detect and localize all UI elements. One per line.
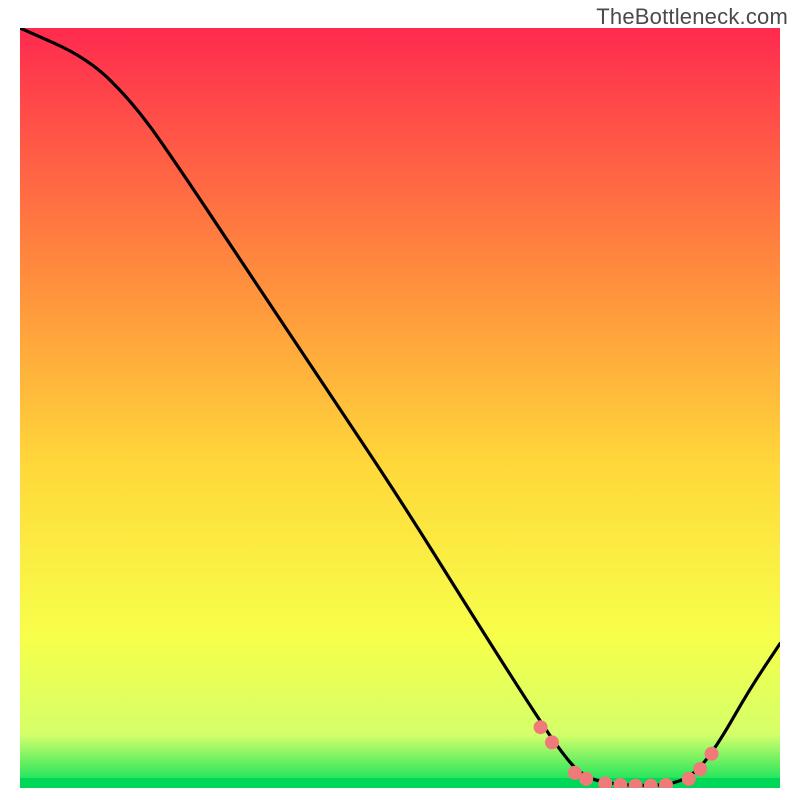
chart-svg (20, 28, 780, 788)
curve-marker (705, 747, 719, 761)
chart-plot-area (20, 28, 780, 788)
curve-marker (534, 720, 548, 734)
gradient-background (20, 28, 780, 788)
watermark-text: TheBottleneck.com (596, 4, 788, 30)
chart-frame: TheBottleneck.com (0, 0, 800, 800)
curve-marker (579, 772, 593, 786)
curve-marker (682, 772, 696, 786)
curve-marker (545, 735, 559, 749)
curve-marker (693, 762, 707, 776)
